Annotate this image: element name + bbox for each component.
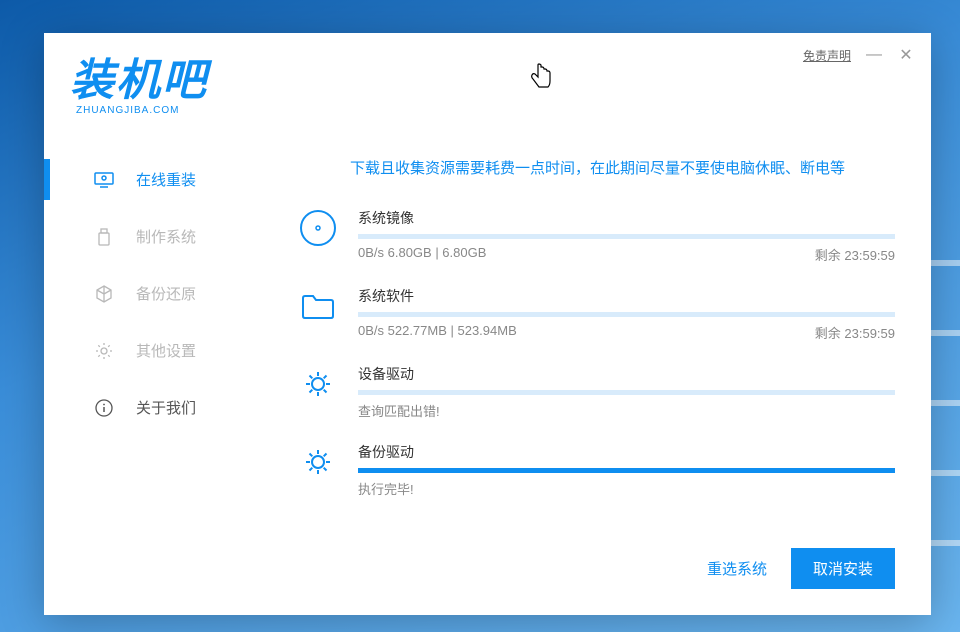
task-remaining: 剩余 23:59:59: [815, 245, 895, 264]
sidebar-item-online-reinstall[interactable]: 在线重装: [44, 151, 284, 208]
progress-bar: [358, 468, 895, 473]
task-stats: 0B/s 522.77MB | 523.94MB: [358, 323, 517, 342]
info-icon: [92, 399, 116, 417]
disclaimer-link[interactable]: 免责声明: [803, 47, 851, 64]
sidebar-item-label: 制作系统: [136, 226, 196, 247]
logo-subtext: ZHUANGJIBA.COM: [70, 105, 208, 116]
footer: 重选系统 取消安装: [707, 548, 895, 589]
minimize-button[interactable]: —: [865, 46, 883, 64]
logo: 装机吧 ZHUANGJIBA.COM: [70, 59, 208, 116]
task-status: 查询匹配出错!: [358, 401, 440, 420]
logo-text: 装机吧: [70, 59, 208, 103]
cube-icon: [92, 285, 116, 303]
sidebar-item-label: 在线重装: [136, 169, 196, 190]
cancel-install-button[interactable]: 取消安装: [791, 548, 895, 589]
task-status: 执行完毕!: [358, 479, 414, 498]
task-device-driver: 设备驱动 查询匹配出错!: [300, 364, 895, 420]
task-title: 设备驱动: [358, 364, 414, 384]
sidebar-item-other-settings[interactable]: 其他设置: [44, 322, 284, 379]
sidebar-item-about[interactable]: 关于我们: [44, 379, 284, 436]
usb-icon: [92, 228, 116, 246]
sidebar-item-label: 备份还原: [136, 283, 196, 304]
monitor-icon: [92, 172, 116, 188]
task-system-software: 系统软件 0B/s 522.77MB | 523.94MB 剩余 23:59:5…: [300, 286, 895, 342]
sidebar-item-label: 其他设置: [136, 340, 196, 361]
task-title: 系统镜像: [358, 208, 414, 228]
task-backup-driver: 备份驱动 执行完毕!: [300, 442, 895, 498]
close-button[interactable]: ✕: [897, 45, 915, 65]
progress-bar: [358, 234, 895, 239]
task-title: 系统软件: [358, 286, 414, 306]
progress-bar: [358, 312, 895, 317]
sidebar: 在线重装 制作系统 备份还原 其他设置 关于我们: [44, 151, 284, 436]
disc-icon: [300, 210, 336, 246]
task-remaining: 剩余 23:59:59: [815, 323, 895, 342]
folder-icon: [300, 288, 336, 324]
task-title: 备份驱动: [358, 442, 414, 462]
sidebar-item-backup-restore[interactable]: 备份还原: [44, 265, 284, 322]
titlebar: 免责声明 — ✕: [803, 45, 915, 65]
reselect-system-button[interactable]: 重选系统: [707, 558, 767, 579]
gear-icon: [300, 366, 336, 402]
task-stats: 0B/s 6.80GB | 6.80GB: [358, 245, 486, 264]
sidebar-item-label: 关于我们: [136, 397, 196, 418]
gear-icon: [300, 444, 336, 480]
sidebar-item-make-system[interactable]: 制作系统: [44, 208, 284, 265]
main-content: 下载且收集资源需要耗费一点时间，在此期间尽量不要使电脑休眠、断电等 系统镜像 0…: [300, 157, 895, 520]
notice-text: 下载且收集资源需要耗费一点时间，在此期间尽量不要使电脑休眠、断电等: [300, 157, 895, 178]
progress-bar: [358, 390, 895, 395]
gear-icon: [92, 342, 116, 360]
app-window: 免责声明 — ✕ 装机吧 ZHUANGJIBA.COM 在线重装 制作系统 备份…: [44, 33, 931, 615]
task-system-image: 系统镜像 0B/s 6.80GB | 6.80GB 剩余 23:59:59: [300, 208, 895, 264]
